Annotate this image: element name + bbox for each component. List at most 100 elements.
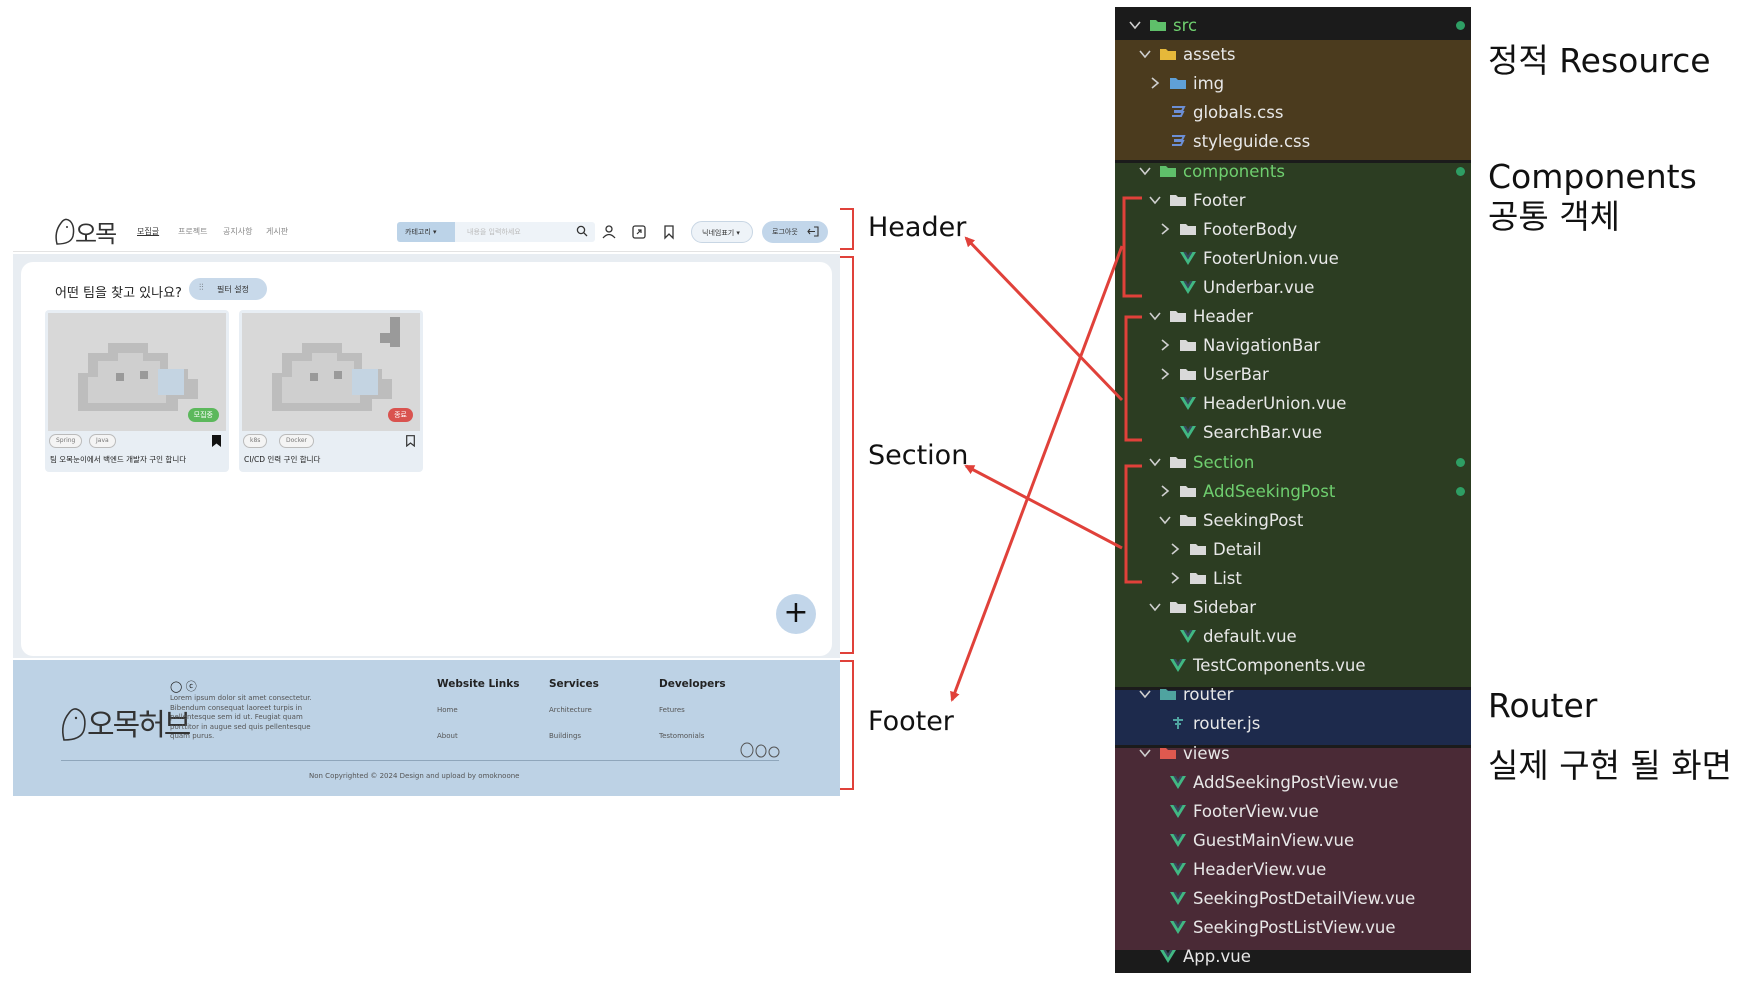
- users-icon[interactable]: [601, 224, 617, 240]
- chevron-down-icon[interactable]: [1139, 747, 1151, 759]
- tree-item-styleguide-css[interactable]: styleguide.css: [1115, 127, 1471, 156]
- tree-item-headerview-vue[interactable]: HeaderView.vue: [1115, 855, 1471, 884]
- footer-link[interactable]: About: [437, 732, 458, 740]
- chevron-down-icon[interactable]: [1139, 48, 1151, 60]
- tree-item-assets[interactable]: assets: [1115, 40, 1471, 69]
- filter-label: 필터 설정: [217, 285, 249, 294]
- tree-item-section[interactable]: Section: [1115, 448, 1471, 477]
- tree-item-router-js[interactable]: router.js: [1115, 709, 1471, 738]
- tree-item-label: components: [1183, 161, 1285, 181]
- logout-icon: [807, 226, 819, 237]
- nav-item-recruit[interactable]: 모집글: [137, 226, 159, 237]
- nickname-button[interactable]: 닉네임표기 ▾: [691, 221, 753, 243]
- mock-header: 오목허브 모집글 프로젝트 공지사항 게시판 카테고리 ▾ 내용을 입력하세요 …: [13, 208, 840, 283]
- vue-file-icon: [1170, 659, 1186, 673]
- tree-item-navigationbar[interactable]: NavigationBar: [1115, 331, 1471, 360]
- tree-item-footerbody[interactable]: FooterBody: [1115, 215, 1471, 244]
- folder-icon: [1160, 165, 1176, 177]
- tree-item-headerunion-vue[interactable]: HeaderUnion.vue: [1115, 389, 1471, 418]
- chevron-right-icon[interactable]: [1159, 223, 1171, 235]
- chevron-down-icon[interactable]: [1149, 601, 1161, 613]
- bookmark-icon[interactable]: [661, 224, 677, 240]
- logout-label: 로그아웃: [772, 228, 798, 236]
- search-input[interactable]: 내용을 입력하세요: [455, 222, 595, 242]
- tree-item-default-vue[interactable]: default.vue: [1115, 622, 1471, 651]
- bookmark-outline-icon[interactable]: [406, 435, 415, 447]
- tree-item-components[interactable]: components: [1115, 157, 1471, 186]
- header-arrow: [964, 236, 1124, 402]
- chevron-right-icon[interactable]: [1169, 572, 1181, 584]
- chevron-down-icon[interactable]: [1139, 165, 1151, 177]
- vue-file-icon: [1180, 397, 1196, 411]
- tree-item-src[interactable]: src: [1115, 11, 1471, 40]
- category-select[interactable]: 카테고리 ▾: [397, 222, 455, 242]
- tree-item-seekingpost[interactable]: SeekingPost: [1115, 506, 1471, 535]
- chevron-down-icon[interactable]: [1149, 456, 1161, 468]
- tree-item-header[interactable]: Header: [1115, 302, 1471, 331]
- post-card[interactable]: 모집중 Spring Java 팀 오목눈이에서 백엔드 개발자 구인 합니다: [45, 310, 229, 472]
- footer-link[interactable]: Architecture: [549, 706, 592, 714]
- tree-item-addseekingpost[interactable]: AddSeekingPost: [1115, 477, 1471, 506]
- section-bracket: [840, 256, 854, 654]
- add-post-button[interactable]: +: [776, 594, 816, 634]
- tree-item-addseekingpostview-vue[interactable]: AddSeekingPostView.vue: [1115, 768, 1471, 797]
- tree-item-guestmainview-vue[interactable]: GuestMainView.vue: [1115, 826, 1471, 855]
- chevron-down-icon[interactable]: [1149, 194, 1161, 206]
- chevron-right-icon[interactable]: [1159, 368, 1171, 380]
- post-card[interactable]: 종료 k8s Docker CI/CD 인력 구인 합니다: [239, 310, 423, 472]
- tree-item-img[interactable]: img: [1115, 69, 1471, 98]
- css-file-icon: [1172, 106, 1186, 118]
- tag-chip: Spring: [49, 434, 83, 448]
- logo[interactable]: 오목허브: [53, 212, 133, 283]
- footer-link[interactable]: Buildings: [549, 732, 581, 740]
- chevron-down-icon[interactable]: [1139, 688, 1151, 700]
- tree-item-label: globals.css: [1193, 103, 1284, 123]
- tree-item-sidebar[interactable]: Sidebar: [1115, 593, 1471, 622]
- tree-item-footer[interactable]: Footer: [1115, 186, 1471, 215]
- tree-item-label: GuestMainView.vue: [1193, 830, 1355, 850]
- tree-item-searchbar-vue[interactable]: SearchBar.vue: [1115, 418, 1471, 447]
- tree-item-views[interactable]: views: [1115, 739, 1471, 768]
- tree-item-footerview-vue[interactable]: FooterView.vue: [1115, 797, 1471, 826]
- status-badge: 종료: [388, 408, 413, 422]
- nav-item-board[interactable]: 게시판: [266, 226, 288, 237]
- tag-chip: Java: [89, 434, 116, 448]
- tree-item-testcomponents-vue[interactable]: TestComponents.vue: [1115, 651, 1471, 680]
- tree-item-globals-css[interactable]: globals.css: [1115, 98, 1471, 127]
- chevron-right-icon[interactable]: [1169, 543, 1181, 555]
- filter-button[interactable]: ⫶⫶ 필터 설정: [189, 278, 267, 300]
- nav-item-notice[interactable]: 공지사항: [223, 226, 252, 237]
- footer-link[interactable]: Fetures: [659, 706, 685, 714]
- expand-icon[interactable]: [631, 224, 647, 240]
- chevron-down-icon[interactable]: [1149, 310, 1161, 322]
- tree-item-userbar[interactable]: UserBar: [1115, 360, 1471, 389]
- card-title: CI/CD 인력 구인 합니다: [244, 455, 321, 464]
- chevron-right-icon[interactable]: [1159, 339, 1171, 351]
- bookmark-filled-icon[interactable]: [212, 435, 221, 447]
- logout-button[interactable]: 로그아웃: [762, 221, 828, 243]
- chevron-down-icon[interactable]: [1159, 514, 1171, 526]
- footer-link[interactable]: Home: [437, 706, 458, 714]
- folder-icon: [1180, 369, 1196, 381]
- social-icons[interactable]: ◯ ⓒ: [170, 678, 197, 694]
- tree-item-footerunion-vue[interactable]: FooterUnion.vue: [1115, 244, 1471, 273]
- folder-icon: [1150, 20, 1166, 31]
- chevron-right-icon[interactable]: [1149, 77, 1161, 89]
- footer-link[interactable]: Testomonials: [659, 732, 704, 740]
- tree-item-label: Section: [1193, 452, 1255, 472]
- tree-item-app-vue[interactable]: App.vue: [1115, 942, 1471, 971]
- tree-item-underbar-vue[interactable]: Underbar.vue: [1115, 273, 1471, 302]
- tree-item-seekingpostlistview-vue[interactable]: SeekingPostListView.vue: [1115, 913, 1471, 942]
- tree-item-router[interactable]: router: [1115, 680, 1471, 709]
- folder-icon: [1170, 78, 1186, 90]
- chevron-down-icon[interactable]: [1129, 19, 1141, 31]
- tree-item-label: NavigationBar: [1203, 336, 1321, 356]
- folder-icon: [1190, 572, 1206, 584]
- tree-item-detail[interactable]: Detail: [1115, 535, 1471, 564]
- tree-item-list[interactable]: List: [1115, 564, 1471, 593]
- search-icon[interactable]: [576, 225, 588, 237]
- tree-item-seekingpostdetailview-vue[interactable]: SeekingPostDetailView.vue: [1115, 884, 1471, 913]
- nav-item-project[interactable]: 프로젝트: [178, 226, 207, 237]
- chevron-right-icon[interactable]: [1159, 484, 1171, 497]
- tree-item-label: img: [1193, 74, 1225, 94]
